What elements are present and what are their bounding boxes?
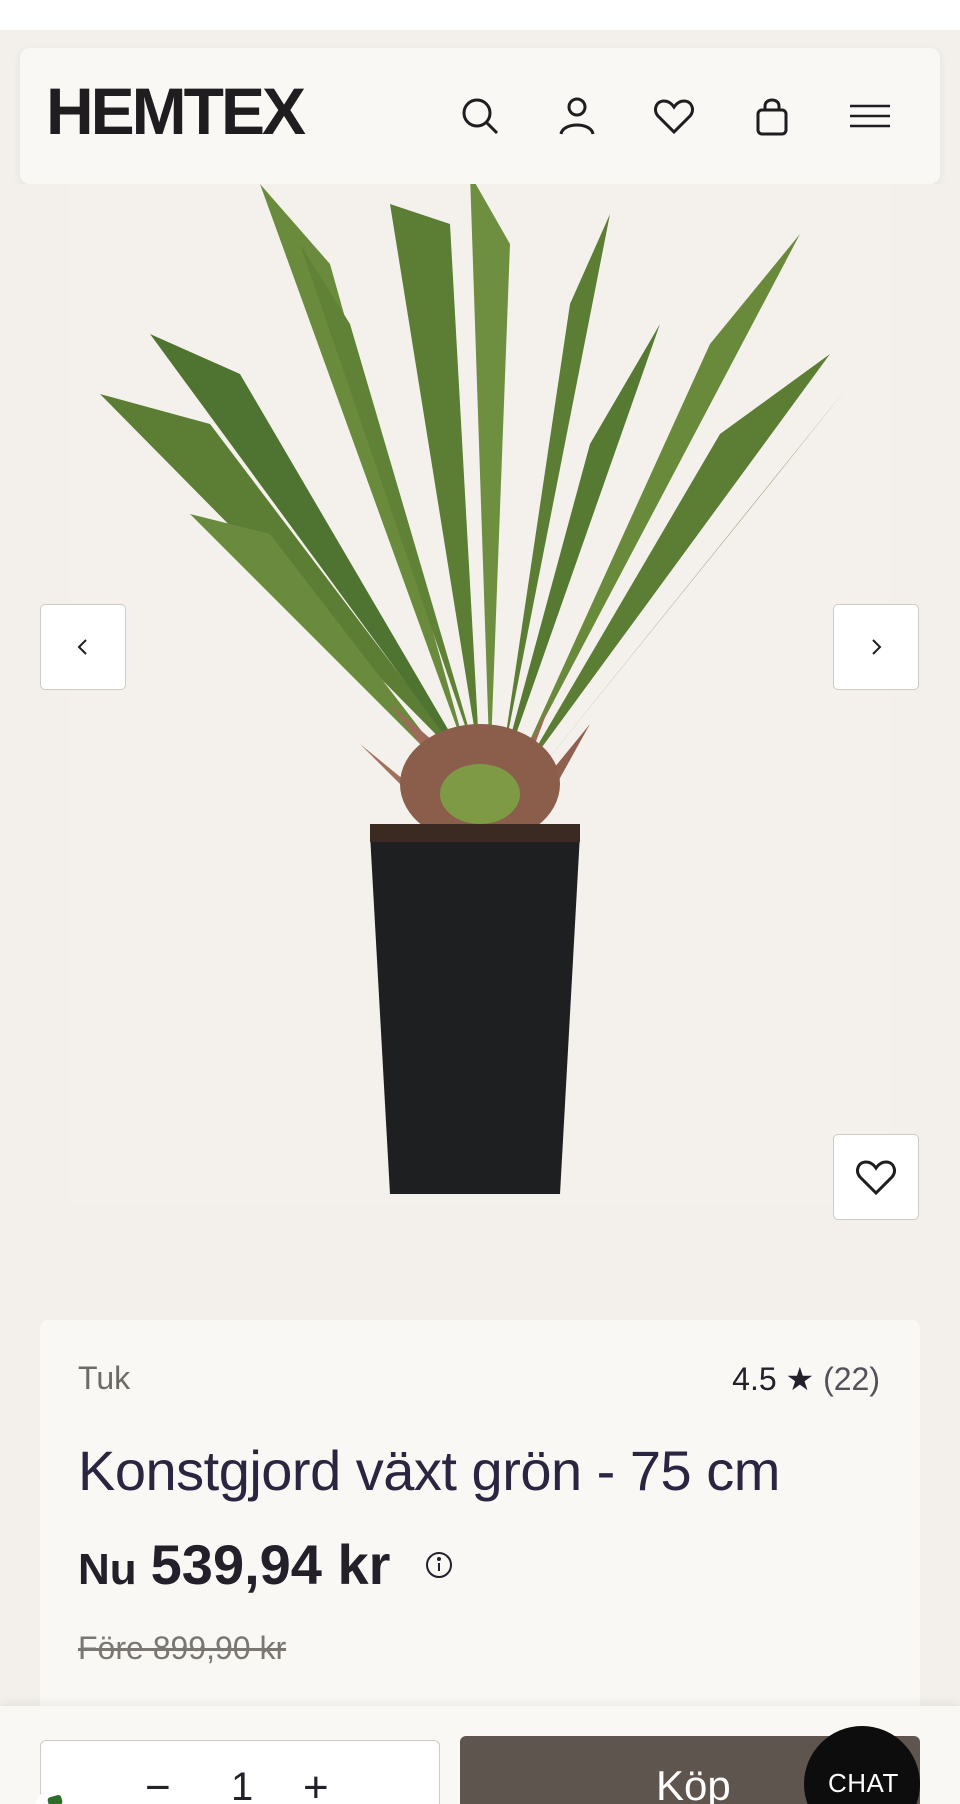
product-title: Konstgjord växt grön - 75 cm: [78, 1439, 780, 1502]
original-price: Före 899,90 kr: [78, 1630, 287, 1666]
star-icon: ★: [785, 1361, 815, 1397]
quantity-stepper: − 1 +: [40, 1740, 440, 1804]
price-row: Nu 539,94 kr: [78, 1532, 454, 1597]
chevron-left-icon: [77, 639, 87, 655]
product-info-card: Tuk 4.5 ★ (22) Konstgjord växt grön - 75…: [40, 1320, 920, 1740]
product-gallery: [0, 174, 960, 1244]
increase-quantity-button[interactable]: +: [303, 1763, 329, 1804]
quantity-value[interactable]: 1: [231, 1765, 253, 1804]
status-strip: [0, 0, 960, 30]
site-header: HEMTEX: [20, 48, 940, 184]
chat-label: CHAT: [828, 1768, 899, 1798]
leaf-icon: [46, 1794, 64, 1804]
decrease-quantity-button[interactable]: −: [145, 1763, 171, 1804]
plant-illustration: [100, 174, 850, 1194]
add-to-favorites-button[interactable]: [833, 1134, 919, 1220]
next-image-button[interactable]: [833, 604, 919, 690]
buy-button-label: Köp: [656, 1762, 731, 1804]
current-price: 539,94 kr: [150, 1533, 391, 1596]
product-brand[interactable]: Tuk: [78, 1360, 130, 1397]
heart-icon[interactable]: [648, 90, 700, 142]
price-prefix: Nu: [78, 1545, 137, 1594]
brand-logo[interactable]: HEMTEX: [46, 78, 306, 144]
heart-icon: [856, 1160, 896, 1196]
menu-icon[interactable]: [844, 90, 896, 142]
product-image: [70, 174, 890, 1204]
bag-icon[interactable]: [746, 90, 798, 142]
rating-value: 4.5: [732, 1361, 777, 1397]
info-icon[interactable]: [424, 1550, 454, 1580]
previous-image-button[interactable]: [40, 604, 126, 690]
account-icon[interactable]: [551, 90, 603, 142]
chevron-right-icon: [872, 639, 882, 655]
search-icon[interactable]: [454, 90, 506, 142]
product-rating[interactable]: 4.5 ★ (22): [732, 1360, 880, 1398]
review-count: (22): [823, 1361, 880, 1397]
